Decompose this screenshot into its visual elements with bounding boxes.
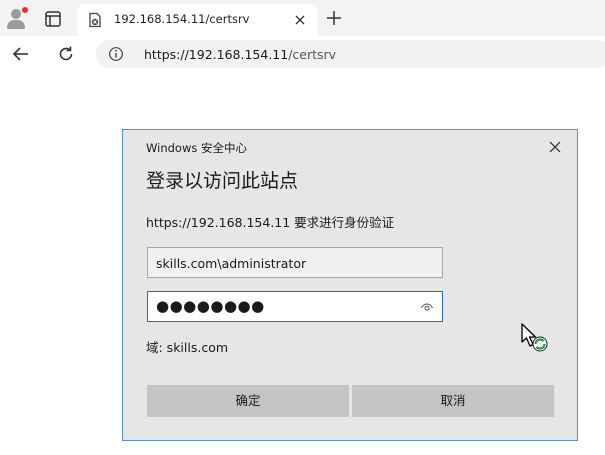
new-tab-icon[interactable] xyxy=(325,9,343,27)
password-value: ●●●●●●●● xyxy=(156,297,265,315)
dialog-heading: 登录以访问此站点 xyxy=(146,170,299,192)
reveal-password-icon[interactable] xyxy=(420,300,434,314)
domain-label: 域: skills.com xyxy=(146,340,229,355)
tab-title: 192.168.154.11/certsrv xyxy=(114,12,250,26)
site-info-icon[interactable] xyxy=(108,46,124,62)
busy-cursor-icon xyxy=(521,323,548,352)
url-text: https://192.168.154.11/certsrv xyxy=(144,47,336,62)
password-field[interactable]: ●●●●●●●● xyxy=(147,291,443,322)
url-path: /certsrv xyxy=(288,47,337,62)
cancel-button[interactable]: 取消 xyxy=(352,385,554,417)
username-field[interactable]: skills.com\administrator xyxy=(147,247,443,278)
tab-actions-icon[interactable] xyxy=(42,8,64,30)
tab-close-icon[interactable] xyxy=(292,12,308,28)
reload-icon[interactable] xyxy=(56,44,76,64)
page-favicon-icon xyxy=(89,12,101,28)
credential-dialog: Windows 安全中心 登录以访问此站点 https://192.168.15… xyxy=(122,129,578,441)
tab-strip: 192.168.154.11/certsrv xyxy=(0,0,605,36)
profile-icon[interactable] xyxy=(4,6,28,30)
url-host: https://192.168.154.11 xyxy=(144,47,289,62)
profile-notification-dot xyxy=(22,7,28,13)
browser-toolbar: https://192.168.154.11/certsrv xyxy=(0,36,605,72)
back-icon[interactable] xyxy=(11,44,31,64)
address-bar[interactable]: https://192.168.154.11/certsrv xyxy=(96,40,605,68)
dialog-close-icon[interactable] xyxy=(548,140,562,154)
username-value: skills.com\administrator xyxy=(156,256,307,271)
dialog-description: https://192.168.154.11 要求进行身份验证 xyxy=(146,215,395,230)
ok-button[interactable]: 确定 xyxy=(147,385,349,417)
active-tab[interactable]: 192.168.154.11/certsrv xyxy=(77,4,317,36)
dialog-caption: Windows 安全中心 xyxy=(146,141,247,155)
